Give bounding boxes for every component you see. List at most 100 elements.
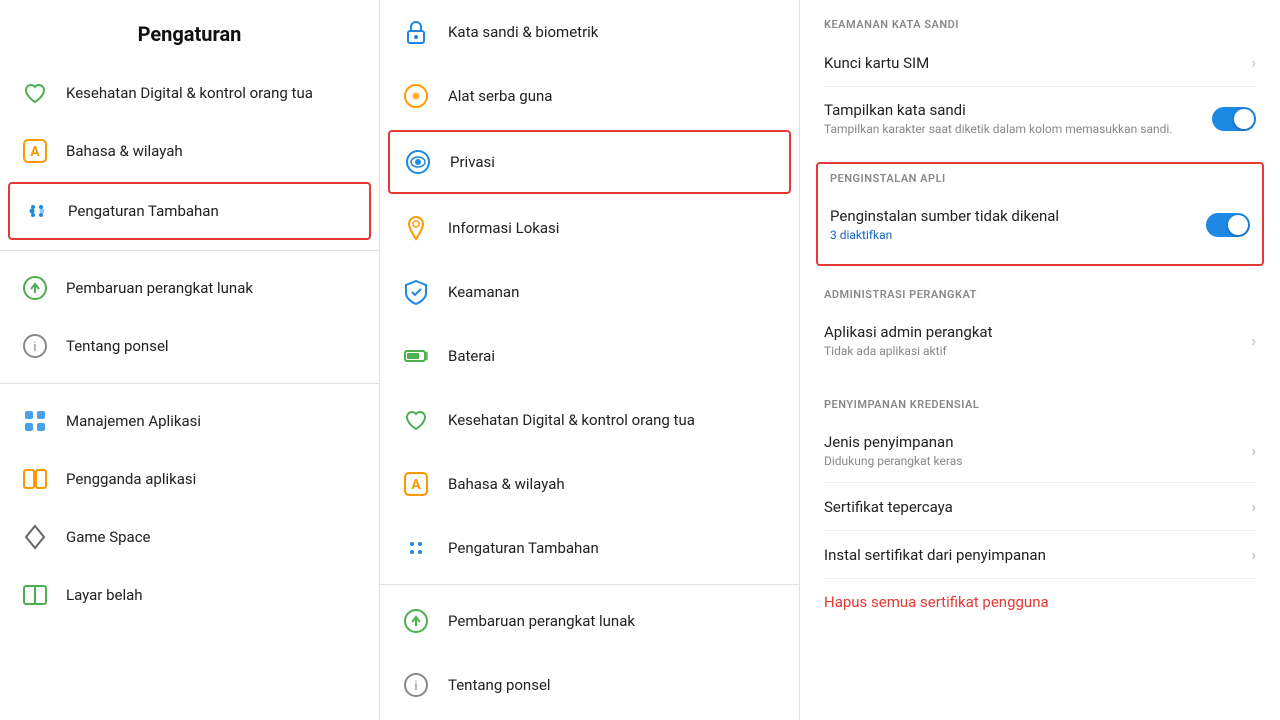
privacy-eye-icon (402, 146, 434, 178)
right-item-trusted-cert[interactable]: Sertifikat tepercaya › (824, 483, 1256, 531)
right-panel: KEAMANAN KATA SANDI Kunci kartu SIM › Ta… (800, 0, 1280, 720)
middle-item-versatile-tool[interactable]: Alat serba guna (380, 64, 799, 128)
app-install-section: PENGINSTALAN APLI Penginstalan sumber ti… (816, 162, 1264, 266)
middle-item-about2[interactable]: i Tentang ponsel (380, 653, 799, 717)
chevron-right-icon: › (1251, 497, 1256, 516)
right-item-install-cert[interactable]: Instal sertifikat dari penyimpanan › (824, 531, 1256, 579)
middle-item-software-update2[interactable]: Pembaruan perangkat lunak (380, 589, 799, 653)
location-pin-icon (400, 212, 432, 244)
heart2-icon (400, 404, 432, 436)
right-item-title: Instal sertifikat dari penyimpanan (824, 546, 1046, 564)
middle-item-label: Pembaruan perangkat lunak (448, 612, 635, 630)
a-square-icon: A (20, 136, 50, 166)
sidebar-item-about-phone[interactable]: i Tentang ponsel (0, 317, 379, 375)
middle-item-label: Baterai (448, 347, 495, 365)
svg-text:i: i (33, 340, 36, 355)
middle-item-label: Tentang ponsel (448, 676, 551, 694)
sidebar-item-game-space[interactable]: Game Space (0, 508, 379, 566)
a-square2-icon: A (400, 468, 432, 500)
right-item-title-red: Hapus semua sertifikat pengguna (824, 593, 1049, 611)
grid-icon (20, 406, 50, 436)
sidebar-item-digital-health[interactable]: Kesehatan Digital & kontrol orang tua (0, 64, 379, 122)
right-item-unknown-source[interactable]: Penginstalan sumber tidak dikenal 3 diak… (830, 193, 1250, 256)
middle-item-battery[interactable]: Baterai (380, 324, 799, 388)
right-item-content: Kunci kartu SIM (824, 54, 929, 72)
sidebar-item-app-management[interactable]: Manajemen Aplikasi (0, 392, 379, 450)
sidebar-item-label: Tentang ponsel (66, 337, 169, 355)
right-item-title: Aplikasi admin perangkat (824, 323, 993, 341)
shield-icon (400, 276, 432, 308)
info2-icon: i (400, 669, 432, 701)
right-item-show-password[interactable]: Tampilkan kata sandi Tampilkan karakter … (824, 87, 1256, 150)
right-item-subtitle: Tampilkan karakter saat diketik dalam ko… (824, 122, 1172, 136)
right-item-storage-type[interactable]: Jenis penyimpanan Didukung perangkat ker… (824, 419, 1256, 483)
chevron-right-icon: › (1251, 331, 1256, 350)
svg-text:A: A (411, 477, 421, 493)
sidebar-item-label: Kesehatan Digital & kontrol orang tua (66, 84, 313, 102)
middle-item-label: Kata sandi & biometrik (448, 23, 598, 41)
section-title-device-admin: ADMINISTRASI PERANGKAT (824, 288, 1256, 301)
password-section: KEAMANAN KATA SANDI Kunci kartu SIM › Ta… (800, 0, 1280, 158)
sidebar-item-dual-app[interactable]: Pengganda aplikasi (0, 450, 379, 508)
toggle-show-password[interactable] (1212, 107, 1256, 131)
sidebar-item-label: Pengaturan Tambahan (68, 202, 219, 220)
divider (0, 383, 379, 384)
chevron-right-icon: › (1251, 53, 1256, 72)
middle-item-label: Privasi (450, 153, 495, 171)
right-item-subtitle: Tidak ada aplikasi aktif (824, 344, 993, 358)
battery-icon (400, 340, 432, 372)
sidebar-item-label: Game Space (66, 528, 151, 546)
sidebar-item-software-update[interactable]: Pembaruan perangkat lunak (0, 259, 379, 317)
section-title-password: KEAMANAN KATA SANDI (824, 18, 1256, 31)
middle-divider (380, 584, 799, 585)
middle-item-label: Pengaturan Tambahan (448, 539, 599, 557)
right-item-title: Kunci kartu SIM (824, 54, 929, 72)
sidebar-item-label: Pengganda aplikasi (66, 470, 196, 488)
middle-item-digital-health2[interactable]: Kesehatan Digital & kontrol orang tua (380, 388, 799, 452)
arrow-up2-icon (400, 605, 432, 637)
middle-item-password-biometric[interactable]: Kata sandi & biometrik (380, 0, 799, 64)
right-item-content: Sertifikat tepercaya (824, 498, 953, 516)
middle-item-label: Kesehatan Digital & kontrol orang tua (448, 411, 695, 429)
right-item-title: Jenis penyimpanan (824, 433, 962, 451)
dual-rect-icon (20, 464, 50, 494)
right-item-title: Sertifikat tepercaya (824, 498, 953, 516)
section-title-app-install: PENGINSTALAN APLI (830, 172, 1250, 185)
chevron-right-icon: › (1251, 545, 1256, 564)
sidebar-item-label: Bahasa & wilayah (66, 142, 183, 160)
right-item-content: Hapus semua sertifikat pengguna (824, 593, 1049, 611)
middle-item-location[interactable]: Informasi Lokasi (380, 196, 799, 260)
middle-item-additional2[interactable]: Pengaturan Tambahan (380, 516, 799, 580)
right-item-title: Penginstalan sumber tidak dikenal (830, 207, 1059, 225)
right-item-content: Jenis penyimpanan Didukung perangkat ker… (824, 433, 962, 468)
middle-item-label: Bahasa & wilayah (448, 475, 565, 493)
svg-text:i: i (414, 679, 417, 694)
sidebar-item-label: Pembaruan perangkat lunak (66, 279, 253, 297)
right-item-title: Tampilkan kata sandi (824, 101, 1172, 119)
section-title-credential: PENYIMPANAN KREDENSIAL (824, 398, 1256, 411)
middle-item-language2[interactable]: A Bahasa & wilayah (380, 452, 799, 516)
chevron-right-icon: › (1251, 441, 1256, 460)
credential-section: PENYIMPANAN KREDENSIAL Jenis penyimpanan… (800, 380, 1280, 633)
sidebar-item-language[interactable]: A Bahasa & wilayah (0, 122, 379, 180)
sidebar-item-label: Layar belah (66, 586, 143, 604)
divider (0, 250, 379, 251)
right-item-delete-user-cert[interactable]: Hapus semua sertifikat pengguna (824, 579, 1256, 625)
middle-item-privacy[interactable]: Privasi (388, 130, 791, 194)
sidebar-item-additional-settings[interactable]: Pengaturan Tambahan (8, 182, 371, 240)
right-item-subtitle-blue: 3 diaktifkan (830, 228, 1059, 242)
right-item-device-admin-apps[interactable]: Aplikasi admin perangkat Tidak ada aplik… (824, 309, 1256, 372)
split-icon (20, 580, 50, 610)
left-panel-title: Pengaturan (0, 0, 379, 64)
middle-item-security[interactable]: Keamanan (380, 260, 799, 324)
lock-icon (400, 16, 432, 48)
right-item-subtitle: Didukung perangkat keras (824, 454, 962, 468)
right-item-sim-lock[interactable]: Kunci kartu SIM › (824, 39, 1256, 87)
game-icon (20, 522, 50, 552)
right-item-content: Penginstalan sumber tidak dikenal 3 diak… (830, 207, 1059, 242)
sidebar-item-screen-split[interactable]: Layar belah (0, 566, 379, 624)
device-admin-section: ADMINISTRASI PERANGKAT Aplikasi admin pe… (800, 270, 1280, 380)
right-item-content: Tampilkan kata sandi Tampilkan karakter … (824, 101, 1172, 136)
toggle-unknown-source[interactable] (1206, 213, 1250, 237)
left-panel: Pengaturan Kesehatan Digital & kontrol o… (0, 0, 380, 720)
